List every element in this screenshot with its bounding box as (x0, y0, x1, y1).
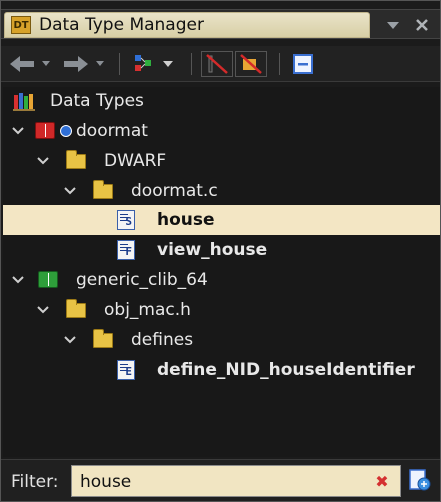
tree-node-label: generic_clib_64 (76, 270, 208, 290)
chevron-down-icon[interactable] (63, 184, 77, 198)
file-archive-icon (38, 270, 60, 290)
filter-input[interactable] (80, 471, 360, 493)
tree-node-house[interactable]: S house (3, 205, 440, 235)
chevron-down-icon[interactable] (11, 124, 25, 138)
back-dropdown[interactable] (39, 51, 53, 77)
chevron-down-icon[interactable] (36, 154, 50, 168)
tree-node-generic-clib-64[interactable]: generic_clib_64 (3, 266, 440, 294)
window-title: Data Type Manager (39, 15, 204, 35)
data-type-manager-window: DT Data Type Manager Data Types doormat … (0, 0, 441, 502)
toolbar-separator (279, 53, 280, 75)
tree-node-label: obj_mac.h (104, 300, 191, 320)
filter-field[interactable]: ✖ (71, 465, 401, 497)
network-icon (135, 55, 173, 71)
chevron-down-icon (387, 22, 399, 29)
chevron-down-icon (96, 61, 104, 66)
data-types-root-icon (13, 91, 35, 111)
folder-icon (93, 180, 115, 201)
enum-icon: E (117, 360, 139, 380)
back-button[interactable] (7, 51, 37, 77)
toolbar-separator (119, 53, 120, 75)
forward-button[interactable] (61, 51, 91, 77)
folder-icon (93, 329, 115, 350)
folder-icon (66, 150, 88, 171)
collapse-all-button[interactable] (289, 51, 317, 77)
filter-pointers-button[interactable] (235, 51, 267, 77)
chevron-down-icon[interactable] (11, 273, 25, 287)
arrow-left-icon (10, 56, 34, 72)
title-tab[interactable]: DT Data Type Manager (4, 12, 370, 38)
filter-arrays-icon (206, 54, 228, 74)
collapse-all-icon (293, 54, 313, 74)
forward-dropdown[interactable] (93, 51, 107, 77)
filter-arrays-button[interactable] (201, 51, 233, 77)
program-archive-icon (35, 121, 57, 141)
arrow-right-icon (64, 56, 88, 72)
tree-node-label: doormat (76, 121, 148, 141)
tree-node-label: doormat.c (131, 181, 218, 201)
tree-node-label: DWARF (104, 151, 167, 171)
data-type-manager-logo-icon: DT (11, 16, 31, 34)
toolbar (1, 46, 440, 82)
tree-node-dwarf[interactable]: DWARF (3, 147, 440, 175)
tree-node-label: house (157, 210, 215, 230)
title-bar: DT Data Type Manager (1, 9, 440, 39)
tree-node-doormat-c[interactable]: doormat.c (3, 177, 440, 205)
close-icon (416, 19, 428, 31)
folder-icon (66, 299, 88, 320)
toolbar-separator (191, 53, 192, 75)
function-definition-icon: F (117, 240, 139, 260)
tree-root-data-types[interactable]: Data Types (3, 87, 440, 115)
filter-label: Filter: (11, 472, 59, 492)
view-menu-button[interactable] (382, 15, 404, 35)
archive-menu-button[interactable] (129, 51, 179, 77)
filter-options-icon (409, 469, 431, 491)
structure-icon: S (117, 210, 139, 230)
tree-node-label: define_NID_houseIdentifier (157, 360, 415, 380)
filter-options-button[interactable] (407, 468, 433, 494)
filter-bar: Filter: ✖ (1, 459, 440, 501)
tree-node-define-nid-houseidentifier[interactable]: E define_NID_houseIdentifier (3, 356, 440, 384)
chevron-down-icon[interactable] (36, 303, 50, 317)
check-badge-icon (60, 125, 72, 137)
data-type-tree: Data Types doormat DWARF doormat.c S hou… (3, 87, 440, 457)
tree-node-defines[interactable]: defines (3, 326, 440, 354)
tree-node-label: defines (131, 330, 194, 350)
tree-root-label: Data Types (50, 91, 144, 111)
tree-node-doormat[interactable]: doormat (3, 117, 440, 145)
tree-node-obj-mac-h[interactable]: obj_mac.h (3, 296, 440, 324)
chevron-down-icon[interactable] (63, 333, 77, 347)
clear-filter-icon[interactable]: ✖ (374, 472, 390, 491)
chevron-down-icon (42, 61, 50, 66)
tree-node-view-house[interactable]: F view_house (3, 236, 440, 264)
tree-node-label: view_house (157, 240, 268, 260)
close-button[interactable] (411, 15, 433, 35)
filter-pointers-icon (240, 54, 262, 74)
